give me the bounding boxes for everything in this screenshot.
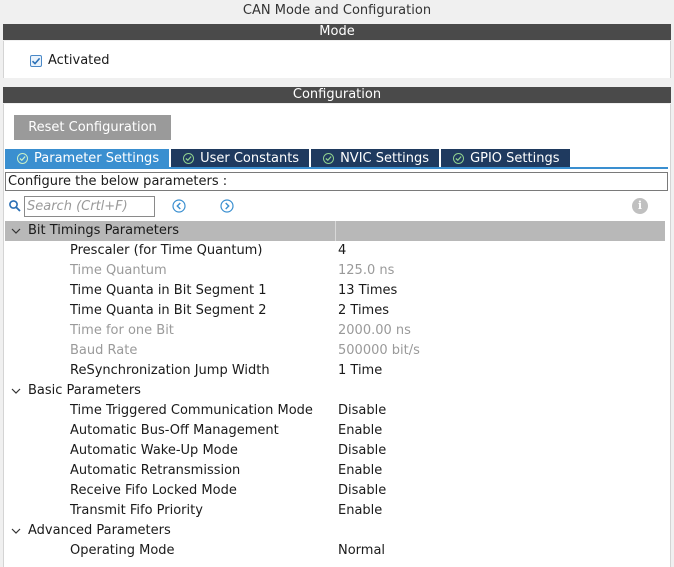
config-tabs: Parameter Settings User Constants NVIC S… <box>5 149 572 168</box>
param-name: Operating Mode <box>70 543 175 558</box>
param-row[interactable]: Time Quanta in Bit Segment 1 13 Times <box>5 281 665 301</box>
param-value: 125.0 ns <box>338 263 395 278</box>
param-name: Prescaler (for Time Quantum) <box>70 243 263 258</box>
activated-label: Activated <box>48 53 110 68</box>
param-row: Time Quantum 125.0 ns <box>5 261 665 281</box>
tab-nvic-settings[interactable]: NVIC Settings <box>311 149 440 168</box>
tab-parameter-settings[interactable]: Parameter Settings <box>5 149 170 168</box>
param-value[interactable]: Disable <box>338 481 386 501</box>
info-icon[interactable]: i <box>632 198 648 214</box>
param-value[interactable]: 1 Time <box>338 361 382 381</box>
param-value: 500000 bit/s <box>338 343 420 358</box>
tab-gpio-settings[interactable]: GPIO Settings <box>441 149 570 168</box>
param-row[interactable]: Automatic Bus-Off Management Enable <box>5 421 665 441</box>
param-row[interactable]: Prescaler (for Time Quantum) 4 <box>5 241 665 261</box>
param-name: Receive Fifo Locked Mode <box>70 483 237 498</box>
param-row[interactable]: Transmit Fifo Priority Enable <box>5 501 665 521</box>
param-row[interactable]: ReSynchronization Jump Width 1 Time <box>5 361 665 381</box>
check-circle-icon <box>183 153 195 164</box>
param-row[interactable]: Operating Mode Normal <box>5 541 665 561</box>
param-row[interactable]: Automatic Wake-Up Mode Disable <box>5 441 665 461</box>
param-value[interactable]: Enable <box>338 421 382 441</box>
param-name: Automatic Retransmission <box>70 463 241 478</box>
param-name: Time Triggered Communication Mode <box>70 403 313 418</box>
parameter-tree: Bit Timings Parameters Prescaler (for Ti… <box>5 221 665 561</box>
chevron-down-icon[interactable] <box>11 526 21 536</box>
previous-match-icon[interactable] <box>172 199 186 213</box>
window-title: CAN Mode and Configuration <box>242 3 432 18</box>
param-row: Baud Rate 500000 bit/s <box>5 341 665 361</box>
group-label: Bit Timings Parameters <box>28 223 179 238</box>
param-value[interactable]: Enable <box>338 501 382 521</box>
tab-user-constants[interactable]: User Constants <box>171 149 310 168</box>
param-row: Time for one Bit 2000.00 ns <box>5 321 665 341</box>
tab-label: User Constants <box>200 151 300 166</box>
tab-underline <box>5 167 668 169</box>
param-row[interactable]: Receive Fifo Locked Mode Disable <box>5 481 665 501</box>
param-value[interactable]: 4 <box>338 241 346 261</box>
group-advanced-parameters[interactable]: Advanced Parameters <box>5 521 665 541</box>
group-label: Basic Parameters <box>28 383 141 398</box>
param-name: Time Quanta in Bit Segment 1 <box>70 283 267 298</box>
mode-header: Mode <box>3 24 671 40</box>
param-name: Time Quantum <box>70 263 167 278</box>
param-value[interactable]: Disable <box>338 441 386 461</box>
param-value[interactable]: Normal <box>338 541 385 561</box>
param-name: Automatic Wake-Up Mode <box>70 443 238 458</box>
group-label: Advanced Parameters <box>28 523 171 538</box>
group-bit-timings[interactable]: Bit Timings Parameters <box>5 221 665 241</box>
checkbox-checked-icon[interactable] <box>30 54 42 67</box>
tab-label: Parameter Settings <box>34 151 160 166</box>
param-value[interactable]: 2 Times <box>338 301 389 321</box>
param-row[interactable]: Time Triggered Communication Mode Disable <box>5 401 665 421</box>
param-value[interactable]: Disable <box>338 401 386 421</box>
param-value[interactable]: Enable <box>338 461 382 481</box>
reset-configuration-button[interactable]: Reset Configuration <box>14 115 171 140</box>
param-name: Baud Rate <box>70 343 138 358</box>
tab-label: GPIO Settings <box>470 151 560 166</box>
chevron-down-icon[interactable] <box>11 386 21 396</box>
check-circle-icon <box>323 153 335 164</box>
param-name: Automatic Bus-Off Management <box>70 423 279 438</box>
configure-description: Configure the below parameters : <box>5 172 668 191</box>
search-input[interactable] <box>24 195 155 217</box>
activated-checkbox[interactable]: Activated <box>30 53 110 68</box>
param-name: Time Quanta in Bit Segment 2 <box>70 303 267 318</box>
search-row <box>8 195 155 217</box>
check-circle-icon <box>17 153 28 164</box>
configuration-header: Configuration <box>3 87 671 103</box>
param-name: ReSynchronization Jump Width <box>70 363 270 378</box>
group-basic-parameters[interactable]: Basic Parameters <box>5 381 665 401</box>
tab-label: NVIC Settings <box>340 151 430 166</box>
chevron-down-icon[interactable] <box>11 226 21 236</box>
check-circle-icon <box>453 153 465 164</box>
param-value[interactable]: 13 Times <box>338 281 397 301</box>
param-row[interactable]: Time Quanta in Bit Segment 2 2 Times <box>5 301 665 321</box>
param-value: 2000.00 ns <box>338 323 411 338</box>
param-row[interactable]: Automatic Retransmission Enable <box>5 461 665 481</box>
search-icon <box>9 200 21 212</box>
param-name: Time for one Bit <box>70 323 174 338</box>
param-name: Transmit Fifo Priority <box>70 503 203 518</box>
next-match-icon[interactable] <box>220 199 234 213</box>
